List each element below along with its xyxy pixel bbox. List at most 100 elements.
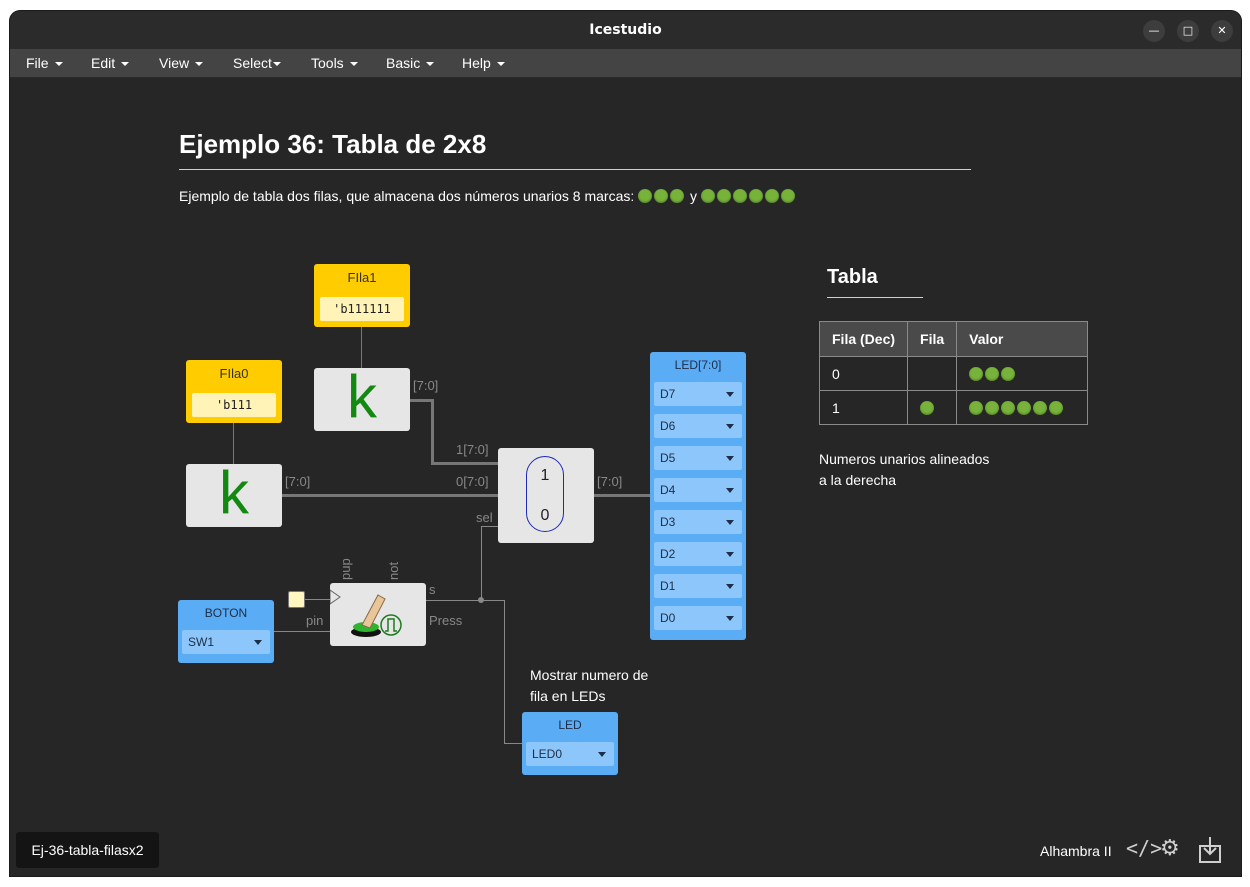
- table-title-divider: [827, 297, 923, 298]
- minimize-icon[interactable]: —: [1143, 20, 1165, 42]
- design-canvas[interactable]: Ejemplo 36: Tabla de 2x8 Ejemplo de tabl…: [10, 78, 1241, 828]
- constant-value[interactable]: 'b111: [192, 393, 276, 417]
- table-cell-fila: [907, 356, 958, 391]
- led-select-d1[interactable]: D1: [654, 574, 742, 598]
- unary-mark-icon: [1017, 400, 1032, 415]
- led-output-block[interactable]: LED LED0: [522, 712, 618, 775]
- menu-select[interactable]: Select: [233, 55, 281, 71]
- pullup-checkbox[interactable]: [288, 591, 305, 608]
- led-select-d4[interactable]: D4: [654, 478, 742, 502]
- description-text: Ejemplo de tabla dos filas, que almacena…: [179, 188, 797, 204]
- table-header: Fila (Dec): [818, 321, 909, 357]
- constant-block-k0[interactable]: k: [186, 459, 282, 527]
- dropdown-arrow-icon: [726, 488, 734, 493]
- led-select[interactable]: LED0: [526, 742, 614, 766]
- mux-input-0: 0: [540, 507, 550, 524]
- dropdown-arrow-icon: [726, 584, 734, 589]
- menu-edit-label: Edit: [91, 55, 116, 71]
- menu-edit[interactable]: Edit: [91, 55, 130, 71]
- led-select-d5[interactable]: D5: [654, 446, 742, 470]
- dropdown-arrow-icon: [726, 392, 734, 397]
- code-icon[interactable]: </>: [1126, 836, 1162, 860]
- unary-mark-icon: [638, 189, 653, 203]
- close-icon[interactable]: ✕: [1211, 20, 1233, 42]
- table-cell-dec: 0: [818, 356, 909, 391]
- led-select-value: D5: [660, 451, 676, 465]
- wire-junction: [478, 597, 484, 603]
- wire-pup[interactable]: [303, 599, 331, 600]
- pushbutton-icon: [329, 589, 402, 637]
- led-select-d3[interactable]: D3: [654, 510, 742, 534]
- menu-help[interactable]: Help: [462, 55, 505, 71]
- unary-mark-icon: [654, 189, 669, 203]
- led-select-d7[interactable]: D7: [654, 382, 742, 406]
- unary-mark-icon: [670, 189, 685, 203]
- mux-icon: 1 0: [526, 456, 564, 532]
- dropdown-arrow-icon: [726, 552, 734, 557]
- unary-table: Fila (Dec) Fila Valor 0 1: [818, 321, 1089, 425]
- wire-k1-b[interactable]: [431, 399, 434, 465]
- boton-select[interactable]: SW1: [182, 630, 270, 654]
- board-name[interactable]: Alhambra II: [1040, 843, 1112, 859]
- gear-icon[interactable]: ⚙: [1160, 836, 1180, 861]
- table-row: 0: [818, 356, 1089, 391]
- unary-mark-icon: [969, 400, 984, 415]
- menu-tools[interactable]: Tools: [311, 55, 358, 71]
- wire-led-v[interactable]: [504, 600, 505, 744]
- unary-mark-icon: [985, 366, 1000, 381]
- led-select-value: D7: [660, 387, 676, 401]
- menu-view-label: View: [159, 55, 190, 71]
- unary-mark-icon: [1001, 400, 1016, 415]
- led-bus-label: LED[7:0]: [674, 358, 722, 372]
- wire-pin[interactable]: [273, 631, 331, 632]
- menu-file[interactable]: File: [26, 55, 63, 71]
- menu-basic[interactable]: Basic: [386, 55, 435, 71]
- constant-fila1[interactable]: FIla1 'b111111: [314, 264, 410, 327]
- wire-mux-out[interactable]: [594, 494, 650, 497]
- maximize-icon[interactable]: □: [1177, 20, 1199, 42]
- led-select-d2[interactable]: D2: [654, 542, 742, 566]
- led-select-value: D6: [660, 419, 676, 433]
- constant-value[interactable]: 'b111111: [320, 297, 404, 321]
- unary-mark-icon: [1001, 366, 1016, 381]
- constant-label: FIla1: [347, 270, 377, 285]
- chevron-down-icon: [121, 62, 130, 67]
- port-label-pup: pup: [338, 558, 353, 580]
- table-header-row: Fila (Dec) Fila Valor: [818, 321, 1089, 357]
- led-select-d0[interactable]: D0: [654, 606, 742, 630]
- project-tab[interactable]: Ej-36-tabla-filasx2: [16, 832, 159, 868]
- led-select-value: D4: [660, 483, 676, 497]
- unary-mark-icon: [780, 189, 795, 203]
- wire-k1-a[interactable]: [409, 399, 433, 402]
- dropdown-arrow-icon: [598, 752, 606, 757]
- wire-sel-v[interactable]: [481, 526, 482, 600]
- led-select-value: LED0: [532, 747, 563, 761]
- constant-block-k1[interactable]: k: [314, 363, 410, 431]
- port-label-in0: 0[7:0]: [456, 474, 489, 489]
- wire-label-k0: [7:0]: [285, 474, 311, 489]
- download-icon[interactable]: [1198, 836, 1222, 870]
- port-label-sel: sel: [476, 510, 493, 525]
- menu-view[interactable]: View: [159, 55, 204, 71]
- wire-sel-h[interactable]: [481, 526, 498, 527]
- wire-s[interactable]: [426, 600, 505, 601]
- constant-label: FIla0: [219, 366, 249, 381]
- comment-leds-line2: fila en LEDs: [530, 688, 606, 704]
- dropdown-arrow-icon: [726, 616, 734, 621]
- mux-block[interactable]: 1 0: [498, 448, 594, 543]
- chevron-down-icon: [426, 62, 435, 67]
- led-bus-block[interactable]: LED[7:0] D7 D6 D5 D4 D3 D2 D1 D0: [650, 352, 746, 640]
- port-label-s: s: [429, 582, 436, 597]
- button-debounce-block[interactable]: [329, 583, 426, 646]
- wire-k1-c[interactable]: [431, 462, 498, 465]
- led-select-d6[interactable]: D6: [654, 414, 742, 438]
- port-label-in1: 1[7:0]: [456, 442, 489, 457]
- table-cell-valor: [956, 356, 1089, 391]
- dropdown-arrow-icon: [726, 456, 734, 461]
- menu-tools-label: Tools: [311, 55, 344, 71]
- boton-input-block[interactable]: BOTON SW1: [178, 600, 274, 663]
- wire-k0[interactable]: [281, 494, 498, 497]
- constant-fila0[interactable]: FIla0 'b111: [186, 360, 282, 423]
- wire-led-h[interactable]: [504, 743, 522, 744]
- table-note-line2: a la derecha: [819, 472, 897, 488]
